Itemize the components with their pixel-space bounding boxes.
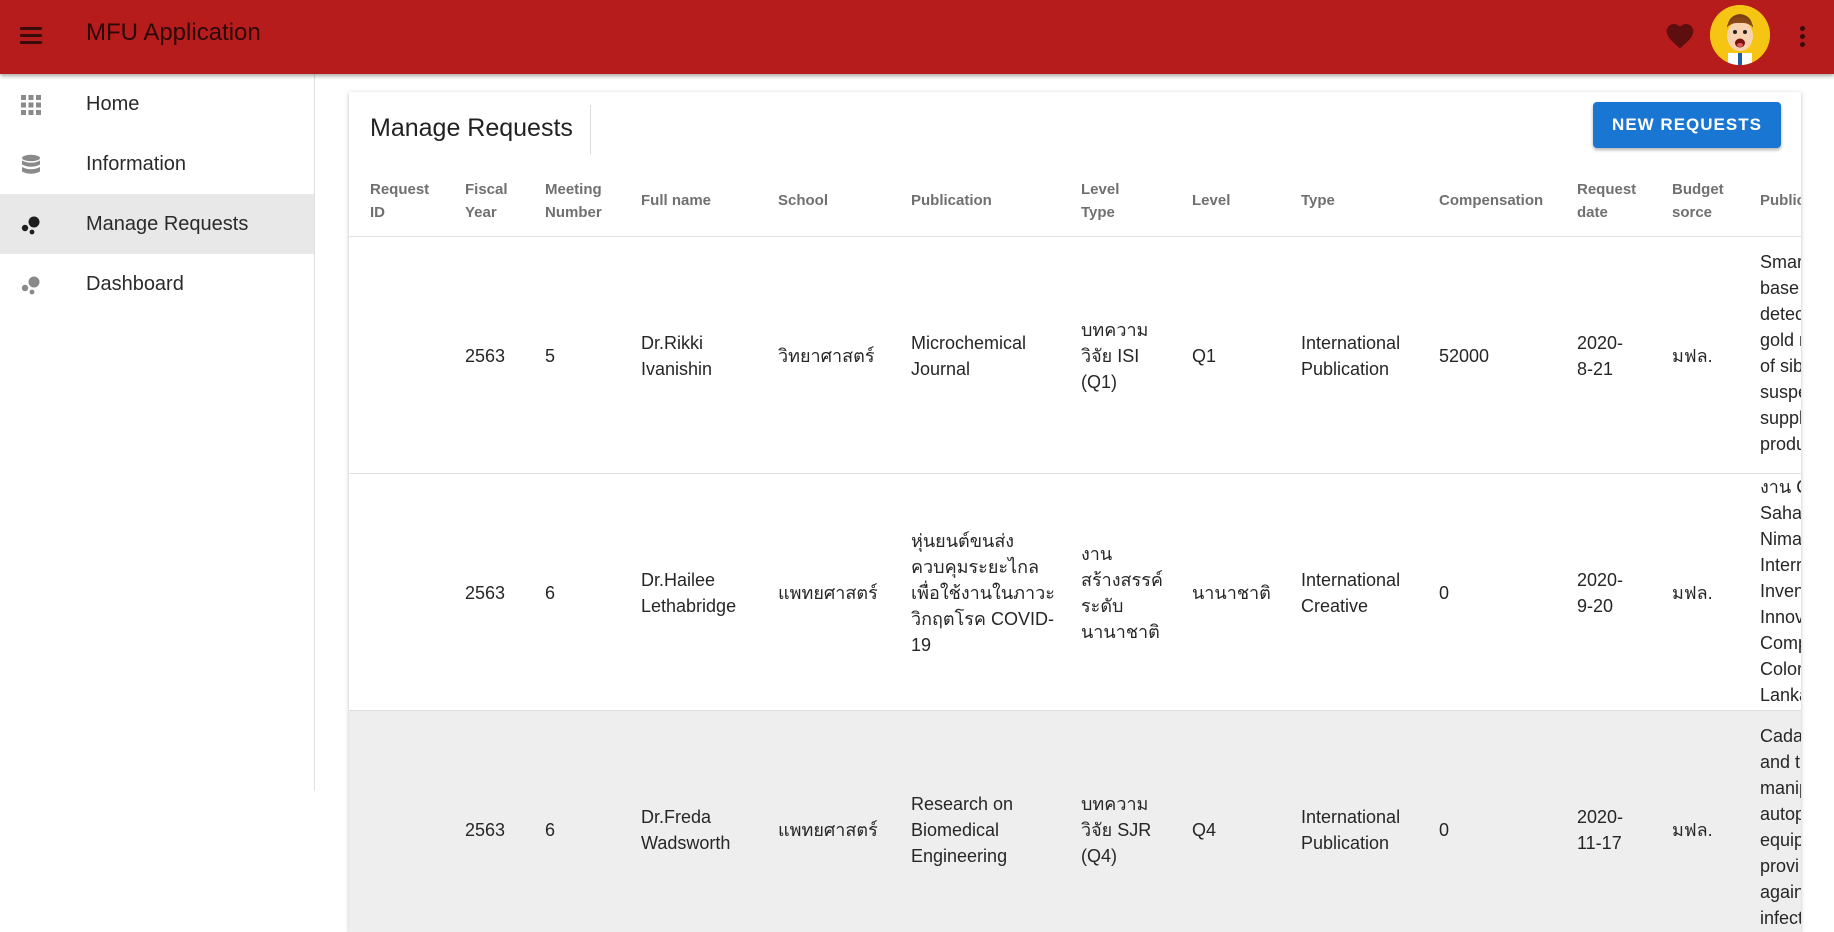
cell-full-name: Dr.Rikki Ivanishin	[641, 332, 713, 379]
column-header-meeting-number[interactable]: Meeting Number	[545, 164, 625, 237]
cell-fiscal-year: 2563	[465, 819, 506, 840]
cell-type: International Publication	[1301, 806, 1401, 853]
table-row[interactable]: 2563 6 Dr.Freda Wadsworth แพทยศาสตร์ Res…	[349, 711, 1801, 932]
cell-meeting-number: 5	[545, 345, 556, 366]
table-row[interactable]: 2563 6 Dr.Hailee Lethabridge แพทยศาสตร์ …	[349, 474, 1801, 711]
cell-school: วิทยาศาสตร์	[778, 345, 875, 366]
cell-type: International Creative	[1301, 569, 1401, 616]
sidebar-item-label: Dashboard	[86, 272, 184, 295]
cell-publication: Research on Biomedical Engineering	[911, 793, 1014, 866]
cell-public: Cada and t manip autop equip provi again…	[1760, 726, 1801, 928]
cell-publication: หุ่นยนต์ขนส่ง ควบคุมระยะไกล เพื่อใช้งานใ…	[911, 530, 1055, 655]
cell-request-date: 2020-8-21	[1577, 332, 1624, 379]
title-divider	[590, 105, 591, 154]
column-header-school[interactable]: School	[778, 164, 888, 237]
grid-icon	[21, 95, 41, 115]
cell-budget-source: มฟล.	[1672, 345, 1713, 366]
cell-meeting-number: 6	[545, 819, 556, 840]
app-title: MFU Application	[86, 19, 261, 46]
cell-level: นานาชาติ	[1192, 582, 1271, 603]
cell-request-id	[370, 474, 440, 711]
bubbles-icon	[21, 276, 40, 295]
cell-request-date: 2020-11-17	[1577, 806, 1624, 853]
cell-school: แพทยศาสตร์	[778, 582, 878, 603]
cell-compensation: 52000	[1439, 345, 1490, 366]
column-header-fiscal-year[interactable]: Fiscal Year	[465, 164, 525, 237]
cell-public: งาน C Saha Nima Interr Inven Innov Comp …	[1760, 477, 1801, 705]
cell-level: Q4	[1192, 819, 1217, 840]
sidebar-item-information[interactable]: Information	[0, 134, 314, 194]
cell-publication: Microchemical Journal	[911, 332, 1027, 379]
sidebar: Home Information Manage Requests Dashboa…	[0, 74, 315, 791]
page-title: Manage Requests	[370, 114, 573, 142]
column-header-full-name[interactable]: Full name	[641, 164, 751, 237]
column-header-compensation[interactable]: Compensation	[1439, 164, 1559, 237]
cell-level-type: งาน สร้างสรรค์ ระดับ นานาชาติ	[1081, 543, 1163, 642]
sidebar-item-label: Information	[86, 152, 187, 175]
cell-compensation: 0	[1439, 582, 1450, 603]
cell-full-name: Dr.Hailee Lethabridge	[641, 569, 737, 616]
cell-level-type: บทความ วิจัย SJR (Q4)	[1081, 793, 1152, 866]
bubbles-icon	[21, 216, 40, 235]
cell-request-date: 2020-9-20	[1577, 569, 1624, 616]
cell-budget-source: มฟล.	[1672, 819, 1713, 840]
avatar[interactable]	[1710, 5, 1770, 65]
cell-meeting-number: 6	[545, 582, 556, 603]
column-header-request-id[interactable]: Request ID	[370, 164, 440, 237]
column-header-type[interactable]: Type	[1301, 164, 1401, 237]
cell-budget-source: มฟล.	[1672, 582, 1713, 603]
menu-icon[interactable]	[16, 21, 46, 51]
column-header-public[interactable]: Public	[1760, 164, 1801, 237]
column-header-publication[interactable]: Publication	[911, 164, 1051, 237]
table-row[interactable]: 2563 5 Dr.Rikki Ivanishin วิทยาศาสตร์ Mi…	[349, 237, 1801, 474]
database-icon	[22, 154, 40, 174]
cell-request-id	[370, 237, 440, 474]
app-bar: MFU Application	[0, 0, 1834, 74]
sidebar-item-dashboard[interactable]: Dashboard	[0, 254, 314, 314]
more-vert-icon[interactable]	[1792, 20, 1812, 52]
sidebar-item-manage-requests[interactable]: Manage Requests	[0, 194, 314, 254]
cell-compensation: 0	[1439, 819, 1450, 840]
cell-school: แพทยศาสตร์	[778, 819, 878, 840]
cell-fiscal-year: 2563	[465, 582, 506, 603]
column-header-budget-source[interactable]: Budget sorce	[1672, 164, 1742, 237]
requests-table: Request ID Fiscal Year Meeting Number Fu…	[349, 164, 1801, 932]
cell-level-type: บทความ วิจัย ISI (Q1)	[1081, 319, 1149, 392]
column-header-level-type[interactable]: Level Type	[1081, 164, 1141, 237]
sidebar-item-label: Manage Requests	[86, 212, 249, 235]
sidebar-item-home[interactable]: Home	[0, 74, 314, 134]
cell-type: International Publication	[1301, 332, 1401, 379]
cell-full-name: Dr.Freda Wadsworth	[641, 806, 731, 853]
table-header: Request ID Fiscal Year Meeting Number Fu…	[349, 164, 1801, 237]
column-header-request-date[interactable]: Request date	[1577, 164, 1647, 237]
column-header-level[interactable]: Level	[1192, 164, 1272, 237]
cell-public: Smar base detec gold n of sib suspe supp…	[1760, 252, 1801, 454]
new-requests-button[interactable]: NEW REQUESTS	[1593, 102, 1781, 148]
sidebar-item-label: Home	[86, 92, 140, 115]
requests-card: Manage Requests NEW REQUESTS Request ID …	[349, 92, 1801, 932]
cell-request-id	[370, 711, 440, 932]
cell-level: Q1	[1192, 345, 1217, 366]
heart-icon[interactable]	[1664, 20, 1696, 52]
cell-fiscal-year: 2563	[465, 345, 506, 366]
